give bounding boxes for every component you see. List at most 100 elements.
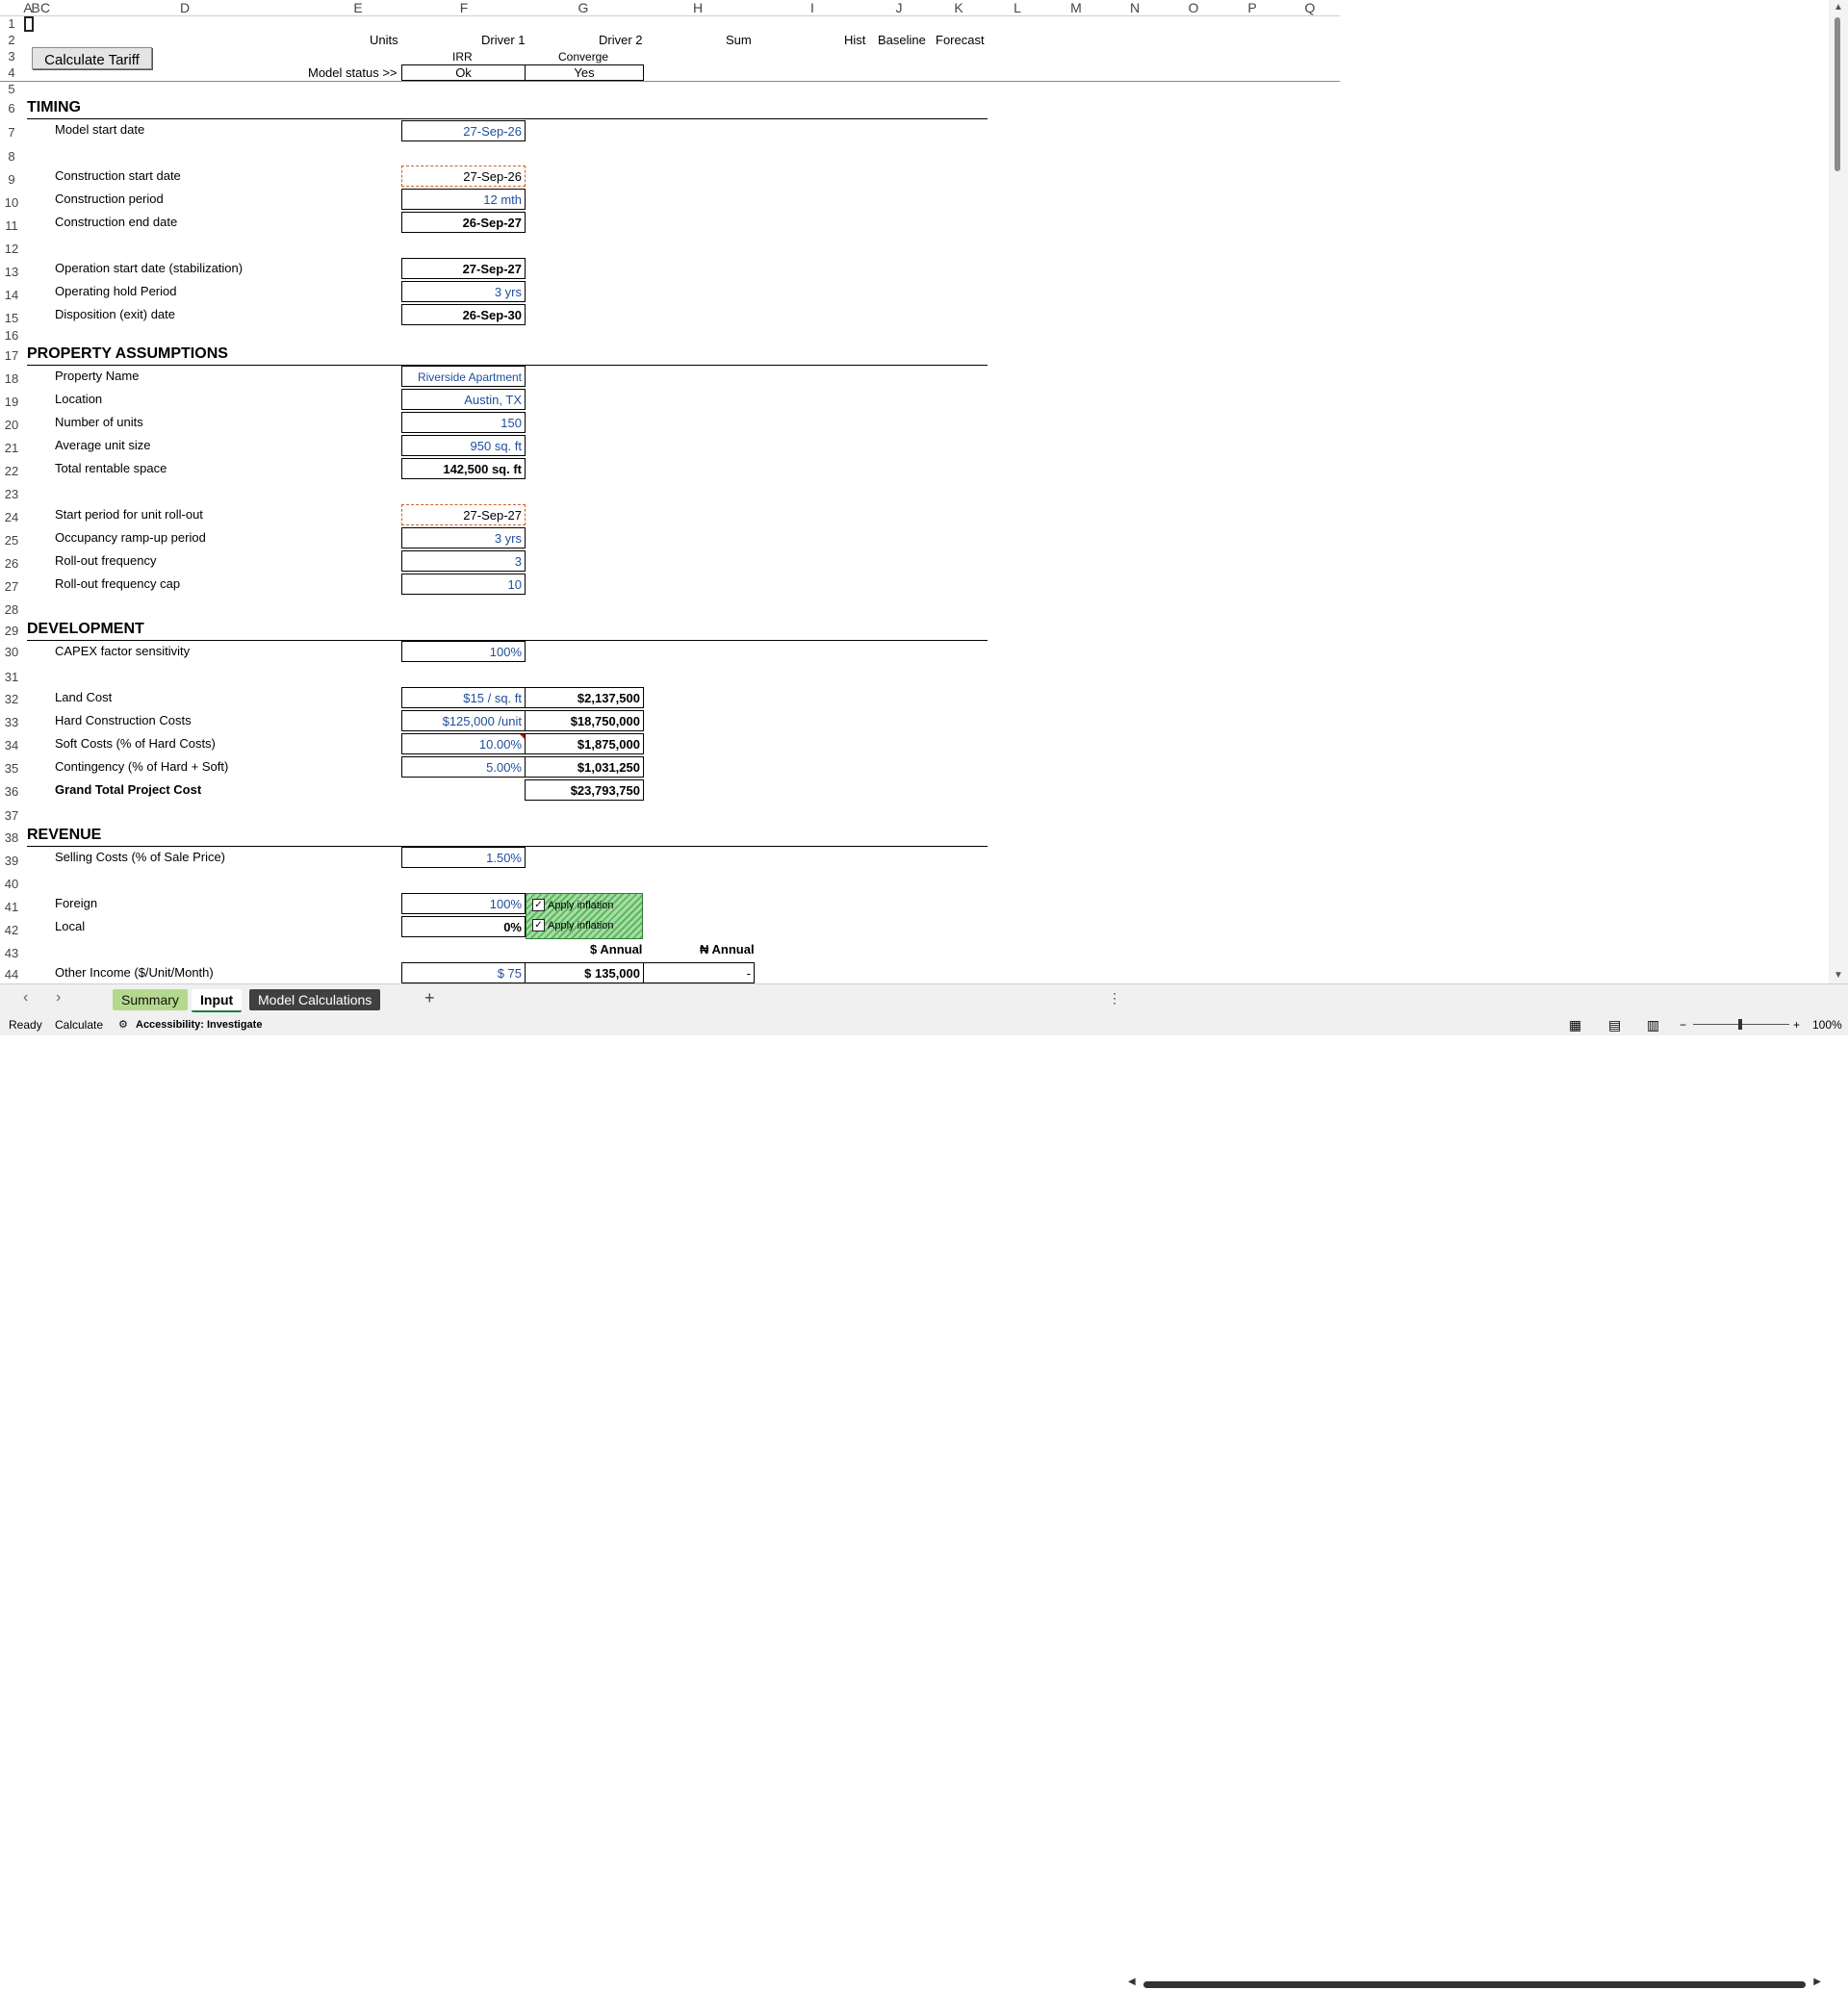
row-number[interactable]: 28 bbox=[0, 602, 23, 617]
calculate-tariff-button[interactable]: Calculate Tariff bbox=[32, 47, 152, 69]
input-local[interactable]: 0% bbox=[401, 916, 526, 937]
calc-exit-date[interactable]: 26-Sep-30 bbox=[401, 304, 526, 325]
row-number[interactable]: 15 bbox=[0, 311, 23, 325]
scroll-down-icon[interactable]: ▼ bbox=[1834, 970, 1843, 981]
row-number[interactable]: 8 bbox=[0, 149, 23, 164]
row-number[interactable]: 40 bbox=[0, 877, 23, 891]
row-number[interactable]: 39 bbox=[0, 854, 23, 868]
row-number[interactable]: 10 bbox=[0, 195, 23, 210]
calc-grand-total[interactable]: $23,793,750 bbox=[525, 779, 644, 801]
calc-contingency-total[interactable]: $1,031,250 bbox=[525, 756, 644, 778]
row-number[interactable]: 42 bbox=[0, 923, 23, 937]
horizontal-scroll-thumb[interactable] bbox=[1143, 1981, 1806, 1988]
comment-indicator[interactable] bbox=[520, 734, 525, 739]
page-break-view-icon[interactable]: ▥ bbox=[1647, 1014, 1659, 1035]
tab-scroll-right-icon[interactable]: › bbox=[56, 989, 61, 1007]
row-number[interactable]: 14 bbox=[0, 288, 23, 302]
calc-construction-start[interactable]: 27-Sep-26 bbox=[401, 166, 526, 187]
status-calculate[interactable]: Calculate bbox=[55, 1014, 103, 1035]
tab-input[interactable]: Input bbox=[192, 989, 243, 1012]
checkbox-icon[interactable]: ✓ bbox=[532, 919, 545, 931]
input-foreign[interactable]: 100% bbox=[401, 893, 526, 914]
col-e[interactable]: E bbox=[350, 0, 366, 15]
row-number[interactable]: 7 bbox=[0, 125, 23, 140]
input-model-start[interactable]: 27-Sep-26 bbox=[401, 120, 526, 141]
calc-land-total[interactable]: $2,137,500 bbox=[525, 687, 644, 708]
scroll-thumb[interactable] bbox=[1835, 17, 1840, 171]
row-number[interactable]: 31 bbox=[0, 670, 23, 684]
zoom-in-icon[interactable]: + bbox=[1793, 1014, 1800, 1035]
input-hold-period[interactable]: 3 yrs bbox=[401, 281, 526, 302]
row-number[interactable]: 33 bbox=[0, 715, 23, 729]
col-n[interactable]: N bbox=[1127, 0, 1142, 15]
col-d[interactable]: D bbox=[177, 0, 192, 15]
more-options-icon[interactable]: ⋮ bbox=[1108, 990, 1121, 1007]
input-contingency-rate[interactable]: 5.00% bbox=[401, 756, 526, 778]
tab-scroll-left-icon[interactable]: ‹ bbox=[23, 989, 28, 1007]
row-number[interactable]: 29 bbox=[0, 624, 23, 638]
col-c[interactable]: C bbox=[40, 0, 50, 15]
row-number[interactable]: 23 bbox=[0, 487, 23, 501]
row-number[interactable]: 30 bbox=[0, 645, 23, 659]
row-number[interactable]: 6 bbox=[0, 101, 23, 115]
row-number[interactable]: 44 bbox=[0, 967, 23, 982]
calc-other-income-usd[interactable]: $ 135,000 bbox=[525, 962, 644, 983]
input-other-income[interactable]: $ 75 bbox=[401, 962, 526, 983]
calc-hard-total[interactable]: $18,750,000 bbox=[525, 710, 644, 731]
converge-value[interactable]: Yes bbox=[525, 64, 644, 81]
input-capex-sensitivity[interactable]: 100% bbox=[401, 641, 526, 662]
input-average-unit-size[interactable]: 950 sq. ft bbox=[401, 435, 526, 456]
calc-operation-start[interactable]: 27-Sep-27 bbox=[401, 258, 526, 279]
status-accessibility[interactable]: Accessibility: Investigate bbox=[136, 1014, 262, 1035]
input-property-name[interactable]: Riverside Apartment bbox=[401, 366, 526, 387]
apply-inflation-local[interactable]: ✓ Apply inflation bbox=[532, 919, 614, 931]
col-o[interactable]: O bbox=[1186, 0, 1201, 15]
row-number[interactable]: 41 bbox=[0, 900, 23, 914]
calc-rollout-start[interactable]: 27-Sep-27 bbox=[401, 504, 526, 525]
apply-inflation-foreign[interactable]: ✓ Apply inflation bbox=[532, 899, 614, 911]
row-number[interactable]: 37 bbox=[0, 808, 23, 823]
col-h[interactable]: H bbox=[690, 0, 706, 15]
row-number[interactable]: 38 bbox=[0, 830, 23, 845]
col-p[interactable]: P bbox=[1245, 0, 1260, 15]
input-rampup-period[interactable]: 3 yrs bbox=[401, 527, 526, 549]
row-number[interactable]: 16 bbox=[0, 328, 23, 343]
vertical-scrollbar[interactable]: ▲ ▼ bbox=[1829, 0, 1848, 983]
input-rollout-frequency[interactable]: 3 bbox=[401, 550, 526, 572]
row-number[interactable]: 21 bbox=[0, 441, 23, 455]
calc-total-rentable-space[interactable]: 142,500 sq. ft bbox=[401, 458, 526, 479]
row-number[interactable]: 34 bbox=[0, 738, 23, 753]
input-hard-rate[interactable]: $125,000 /unit bbox=[401, 710, 526, 731]
row-number[interactable]: 20 bbox=[0, 418, 23, 432]
row-number[interactable]: 4 bbox=[0, 65, 23, 80]
calc-construction-end[interactable]: 26-Sep-27 bbox=[401, 212, 526, 233]
col-q[interactable]: Q bbox=[1302, 0, 1318, 15]
row-number[interactable]: 2 bbox=[0, 33, 23, 47]
model-status-value[interactable]: Ok bbox=[401, 64, 526, 81]
row-number[interactable]: 11 bbox=[0, 218, 23, 233]
add-sheet-icon[interactable]: + bbox=[424, 988, 435, 1008]
checkbox-icon[interactable]: ✓ bbox=[532, 899, 545, 911]
zoom-slider-thumb[interactable] bbox=[1738, 1019, 1742, 1030]
row-number[interactable]: 17 bbox=[0, 348, 23, 363]
col-b[interactable]: B bbox=[31, 0, 40, 15]
col-k[interactable]: K bbox=[951, 0, 966, 15]
row-number[interactable]: 9 bbox=[0, 172, 23, 187]
scroll-left-icon[interactable]: ◀ bbox=[1128, 1977, 1136, 1987]
col-g[interactable]: G bbox=[576, 0, 591, 15]
row-number[interactable]: 18 bbox=[0, 371, 23, 386]
row-number[interactable]: 24 bbox=[0, 510, 23, 524]
normal-view-icon[interactable]: ▦ bbox=[1569, 1014, 1581, 1035]
col-m[interactable]: M bbox=[1068, 0, 1084, 15]
col-l[interactable]: L bbox=[1010, 0, 1025, 15]
row-number[interactable]: 13 bbox=[0, 265, 23, 279]
row-number[interactable]: 3 bbox=[0, 49, 23, 64]
scroll-right-icon[interactable]: ▶ bbox=[1813, 1977, 1821, 1987]
row-number[interactable]: 12 bbox=[0, 242, 23, 256]
spreadsheet-grid[interactable]: A B C D E F G H I J K L M N O P Q 1 2 3 … bbox=[0, 0, 1340, 983]
horizontal-scrollbar[interactable]: ◀ ▶ bbox=[1128, 1977, 1821, 1990]
row-number[interactable]: 22 bbox=[0, 464, 23, 478]
tab-model-calculations[interactable]: Model Calculations bbox=[249, 989, 381, 1010]
calc-soft-total[interactable]: $1,875,000 bbox=[525, 733, 644, 754]
input-land-rate[interactable]: $15 / sq. ft bbox=[401, 687, 526, 708]
